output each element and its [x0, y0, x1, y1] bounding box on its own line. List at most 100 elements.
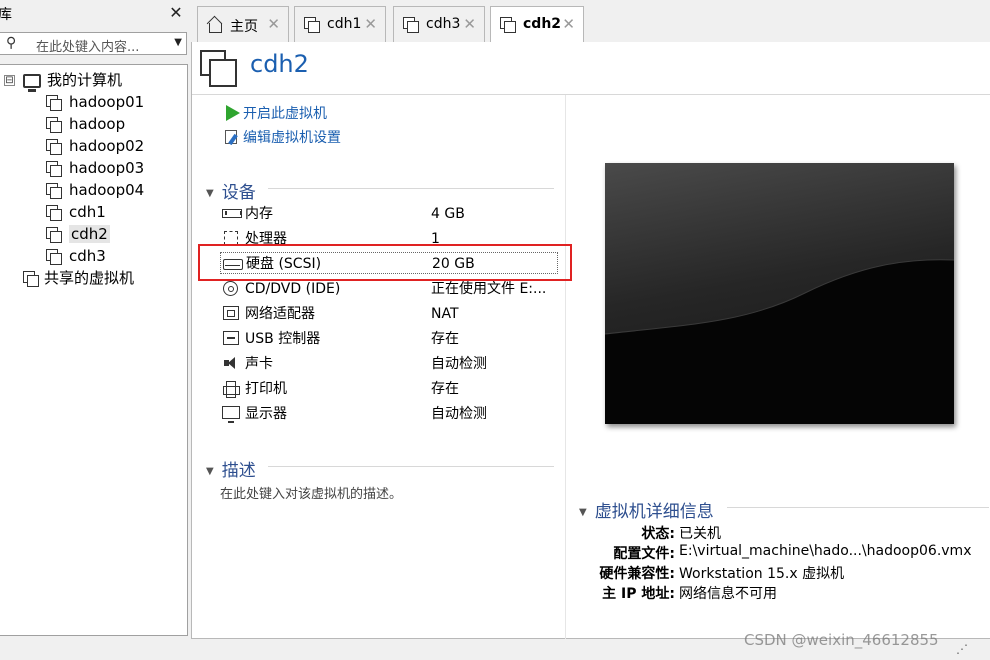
devices-section-header[interactable]: ▼ 设备: [206, 178, 256, 203]
tab-cdh3[interactable]: cdh3 ✕: [393, 6, 485, 42]
tree-item-label: 我的计算机: [47, 71, 123, 89]
device-value: 存在: [431, 331, 459, 347]
tree-item-vm[interactable]: hadoop02: [45, 135, 144, 157]
tree-item-vm[interactable]: cdh3: [45, 245, 106, 267]
device-row-usb[interactable]: USB 控制器 存在: [220, 328, 558, 350]
vm-icon: [45, 204, 63, 222]
vm-screen-preview[interactable]: [605, 163, 954, 424]
cd-dvd-icon: [223, 281, 238, 296]
device-value: 正在使用文件 E:...: [431, 281, 547, 297]
device-value: 4 GB: [431, 206, 465, 222]
description-section-header[interactable]: ▼ 描述: [206, 456, 256, 481]
tab-cdh2[interactable]: cdh2 ✕: [490, 6, 584, 43]
tree-item-vm[interactable]: hadoop03: [45, 157, 144, 179]
library-close-icon[interactable]: ✕: [167, 3, 185, 22]
device-row-display[interactable]: 显示器 自动检测: [220, 403, 558, 425]
sound-card-icon: [224, 356, 238, 372]
close-icon[interactable]: ✕: [463, 15, 476, 33]
tree-item-vm[interactable]: cdh1: [45, 201, 106, 223]
tree-item-vm[interactable]: hadoop: [45, 113, 125, 135]
tree-item-vm[interactable]: hadoop01: [45, 91, 144, 113]
detail-value: Workstation 15.x 虚拟机: [679, 566, 845, 582]
processor-icon: [224, 231, 238, 245]
usb-icon: [223, 331, 239, 345]
device-row-memory[interactable]: 内存 4 GB: [220, 203, 558, 225]
detail-value: E:\virtual_machine\hado...\hadoop06.vmx: [679, 543, 972, 559]
detail-row-compatibility: 硬件兼容性: Workstation 15.x 虚拟机: [192, 563, 990, 583]
resize-grip-icon[interactable]: ⋰: [956, 642, 968, 656]
divider: [268, 188, 554, 189]
tree-item-label: hadoop03: [69, 159, 145, 177]
divider: [727, 507, 989, 508]
vm-icon: [45, 160, 63, 178]
watermark: CSDN @weixin_46612855: [744, 631, 939, 649]
device-name: CD/DVD (IDE): [245, 281, 341, 297]
collapse-icon[interactable]: ⊟: [4, 75, 15, 86]
display-icon: [222, 406, 240, 423]
tree-item-label: hadoop01: [69, 93, 145, 111]
close-icon[interactable]: ✕: [364, 15, 377, 33]
library-search-box[interactable]: ⚲ 在此处键入内容... ▼: [0, 32, 187, 55]
divider: [192, 94, 990, 95]
tree-item-vm[interactable]: hadoop04: [45, 179, 144, 201]
tree-item-label: cdh3: [69, 247, 106, 265]
vm-icon: [45, 182, 63, 200]
computer-icon: [23, 73, 41, 92]
collapse-triangle-icon[interactable]: ▼: [206, 466, 214, 477]
detail-row-state: 状态: 已关机: [192, 523, 990, 543]
collapse-triangle-icon[interactable]: ▼: [579, 507, 587, 518]
search-input[interactable]: 在此处键入内容...: [36, 36, 139, 55]
vm-icon: [499, 16, 517, 34]
tree-item-my-computer[interactable]: ⊟ 我的计算机: [4, 69, 123, 92]
tab-label: cdh2: [523, 16, 562, 32]
search-dropdown-icon[interactable]: ▼: [174, 37, 182, 48]
close-icon[interactable]: ✕: [562, 15, 575, 33]
device-name: 打印机: [245, 381, 287, 397]
section-title: 虚拟机详细信息: [594, 502, 714, 522]
collapse-triangle-icon[interactable]: ▼: [206, 188, 214, 199]
device-name: 网络适配器: [245, 306, 315, 322]
close-icon[interactable]: ✕: [267, 15, 280, 33]
network-adapter-icon: [223, 306, 239, 320]
search-icon: ⚲: [6, 35, 17, 51]
device-row-network[interactable]: 网络适配器 NAT: [220, 303, 558, 325]
memory-icon: [222, 209, 242, 218]
power-on-link[interactable]: 开启此虚拟机: [224, 103, 327, 123]
edit-settings-label: 编辑虚拟机设置: [243, 130, 341, 146]
vm-icon: [200, 50, 237, 87]
details-section-header[interactable]: ▼ 虚拟机详细信息: [579, 497, 714, 522]
tree-item-label: hadoop: [69, 115, 126, 133]
device-row-sound[interactable]: 声卡 自动检测: [220, 353, 558, 375]
description-field[interactable]: 在此处键入对该虚拟机的描述。: [220, 483, 402, 502]
shared-vm-icon: [22, 270, 40, 288]
device-name: 显示器: [245, 406, 287, 422]
vm-icon: [45, 226, 63, 244]
page-title: cdh2: [250, 50, 309, 78]
preview-graphic: [605, 259, 954, 424]
tab-label: cdh3: [426, 16, 461, 32]
divider: [268, 466, 554, 467]
library-title: 库: [0, 7, 12, 23]
section-title: 设备: [221, 183, 256, 203]
detail-key: 主 IP 地址:: [602, 586, 675, 602]
vm-summary-page: cdh2 开启此虚拟机 编辑虚拟机设置 ▼ 设备 内存 4 GB 处理器 1 硬盘 (…: [191, 42, 990, 639]
device-row-cd-dvd[interactable]: CD/DVD (IDE) 正在使用文件 E:...: [220, 278, 558, 300]
tree-item-shared-vms[interactable]: 共享的虚拟机: [22, 267, 134, 289]
edit-settings-icon: [224, 129, 240, 145]
tab-home[interactable]: 主页 ✕: [197, 6, 289, 42]
tree-item-label: 共享的虚拟机: [44, 269, 135, 287]
device-name: USB 控制器: [245, 331, 321, 347]
printer-icon: [223, 381, 240, 398]
device-name: 声卡: [245, 356, 273, 372]
section-title: 描述: [221, 461, 256, 481]
edit-settings-link[interactable]: 编辑虚拟机设置: [224, 127, 341, 147]
tab-cdh1[interactable]: cdh1 ✕: [294, 6, 386, 42]
play-icon: [224, 105, 240, 121]
detail-value: 网络信息不可用: [679, 586, 777, 602]
power-on-label: 开启此虚拟机: [243, 106, 327, 122]
device-row-printer[interactable]: 打印机 存在: [220, 378, 558, 400]
tree-item-vm-selected[interactable]: cdh2: [45, 223, 110, 245]
vm-icon: [402, 16, 420, 34]
vm-icon: [45, 116, 63, 134]
detail-row-config-file: 配置文件: E:\virtual_machine\hado...\hadoop06…: [192, 543, 990, 563]
